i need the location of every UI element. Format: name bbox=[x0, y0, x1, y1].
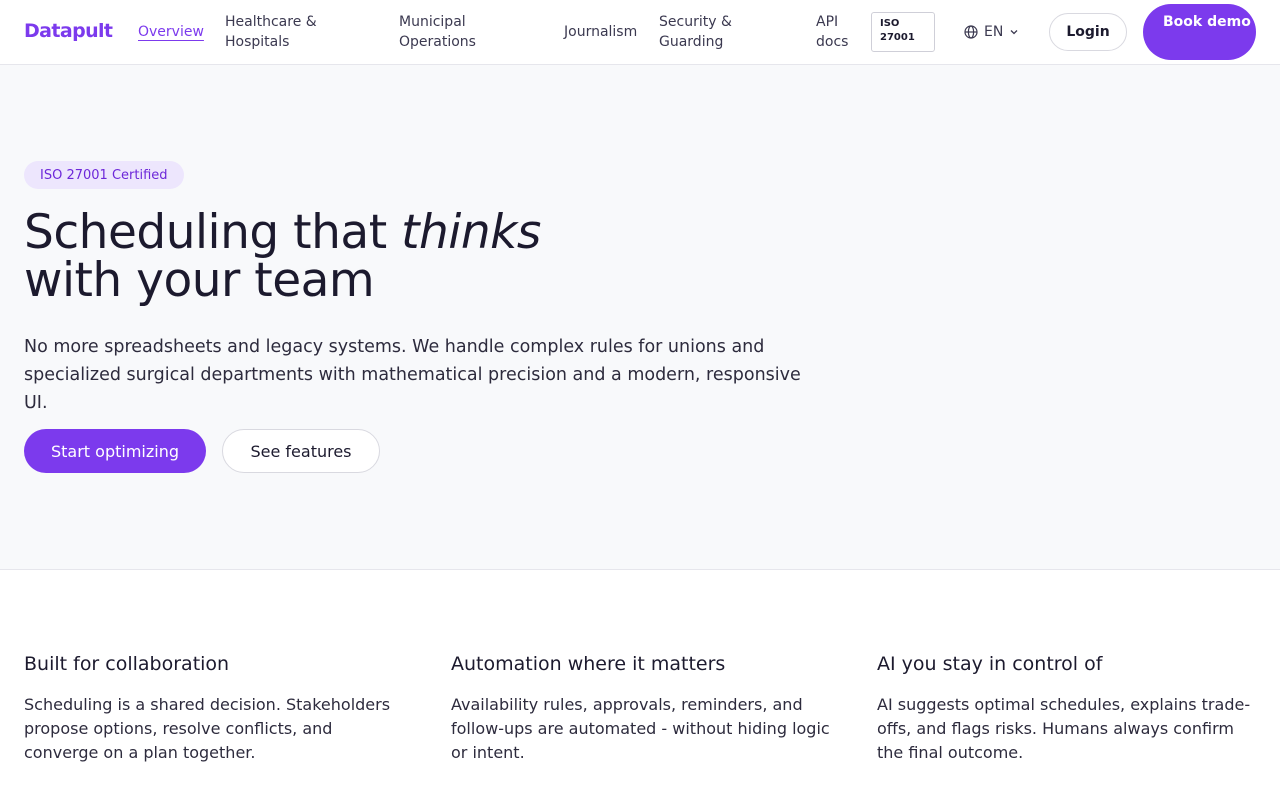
see-features-button[interactable]: See features bbox=[222, 429, 380, 473]
feature-collaboration: Built for collaboration Scheduling is a … bbox=[24, 652, 409, 765]
language-selector[interactable]: EN bbox=[964, 22, 1019, 42]
feature-description: AI suggests optimal schedules, explains … bbox=[877, 695, 1251, 762]
headline-emphasis: thinks bbox=[401, 205, 541, 260]
feature-description: Scheduling is a shared decision. Stakeho… bbox=[24, 695, 391, 762]
hero-headline: Scheduling that thinks with your team bbox=[24, 209, 541, 305]
certification-badge: ISO 27001 Certified bbox=[24, 161, 184, 189]
nav-link-api-docs[interactable]: API docs bbox=[816, 12, 860, 52]
iso-27001-badge[interactable]: ISO 27001 bbox=[871, 12, 935, 52]
feature-title: Built for collaboration bbox=[24, 653, 230, 675]
language-code: EN bbox=[984, 24, 1004, 40]
feature-automation: Automation where it matters Availability… bbox=[451, 652, 836, 765]
globe-icon bbox=[964, 25, 978, 39]
hero-subtitle: No more spreadsheets and legacy systems.… bbox=[24, 337, 801, 413]
book-demo-button[interactable]: Book demo bbox=[1143, 4, 1256, 60]
nav-link-security[interactable]: Security & Guarding bbox=[659, 12, 769, 52]
feature-title: AI you stay in control of bbox=[877, 653, 1103, 675]
start-optimizing-button[interactable]: Start optimizing bbox=[24, 429, 206, 473]
nav-link-municipal[interactable]: Municipal Operations bbox=[399, 12, 539, 52]
nav-link-overview[interactable]: Overview bbox=[138, 22, 204, 42]
feature-title: Automation where it matters bbox=[451, 653, 726, 675]
nav-link-journalism[interactable]: Journalism bbox=[564, 22, 637, 42]
logo[interactable]: Datapult bbox=[24, 20, 113, 42]
chevron-down-icon bbox=[1009, 27, 1019, 37]
nav-link-healthcare[interactable]: Healthcare & Hospitals bbox=[225, 12, 375, 52]
login-button[interactable]: Login bbox=[1049, 13, 1127, 51]
headline-start: Scheduling that bbox=[24, 205, 402, 260]
headline-end: with your team bbox=[24, 253, 375, 308]
top-navigation: Datapult Overview Healthcare & Hospitals… bbox=[0, 0, 1280, 65]
feature-ai-control: AI you stay in control of AI suggests op… bbox=[877, 652, 1262, 765]
hero-section: ISO 27001 Certified Scheduling that thin… bbox=[0, 65, 1280, 570]
feature-description: Availability rules, approvals, reminders… bbox=[451, 695, 830, 762]
